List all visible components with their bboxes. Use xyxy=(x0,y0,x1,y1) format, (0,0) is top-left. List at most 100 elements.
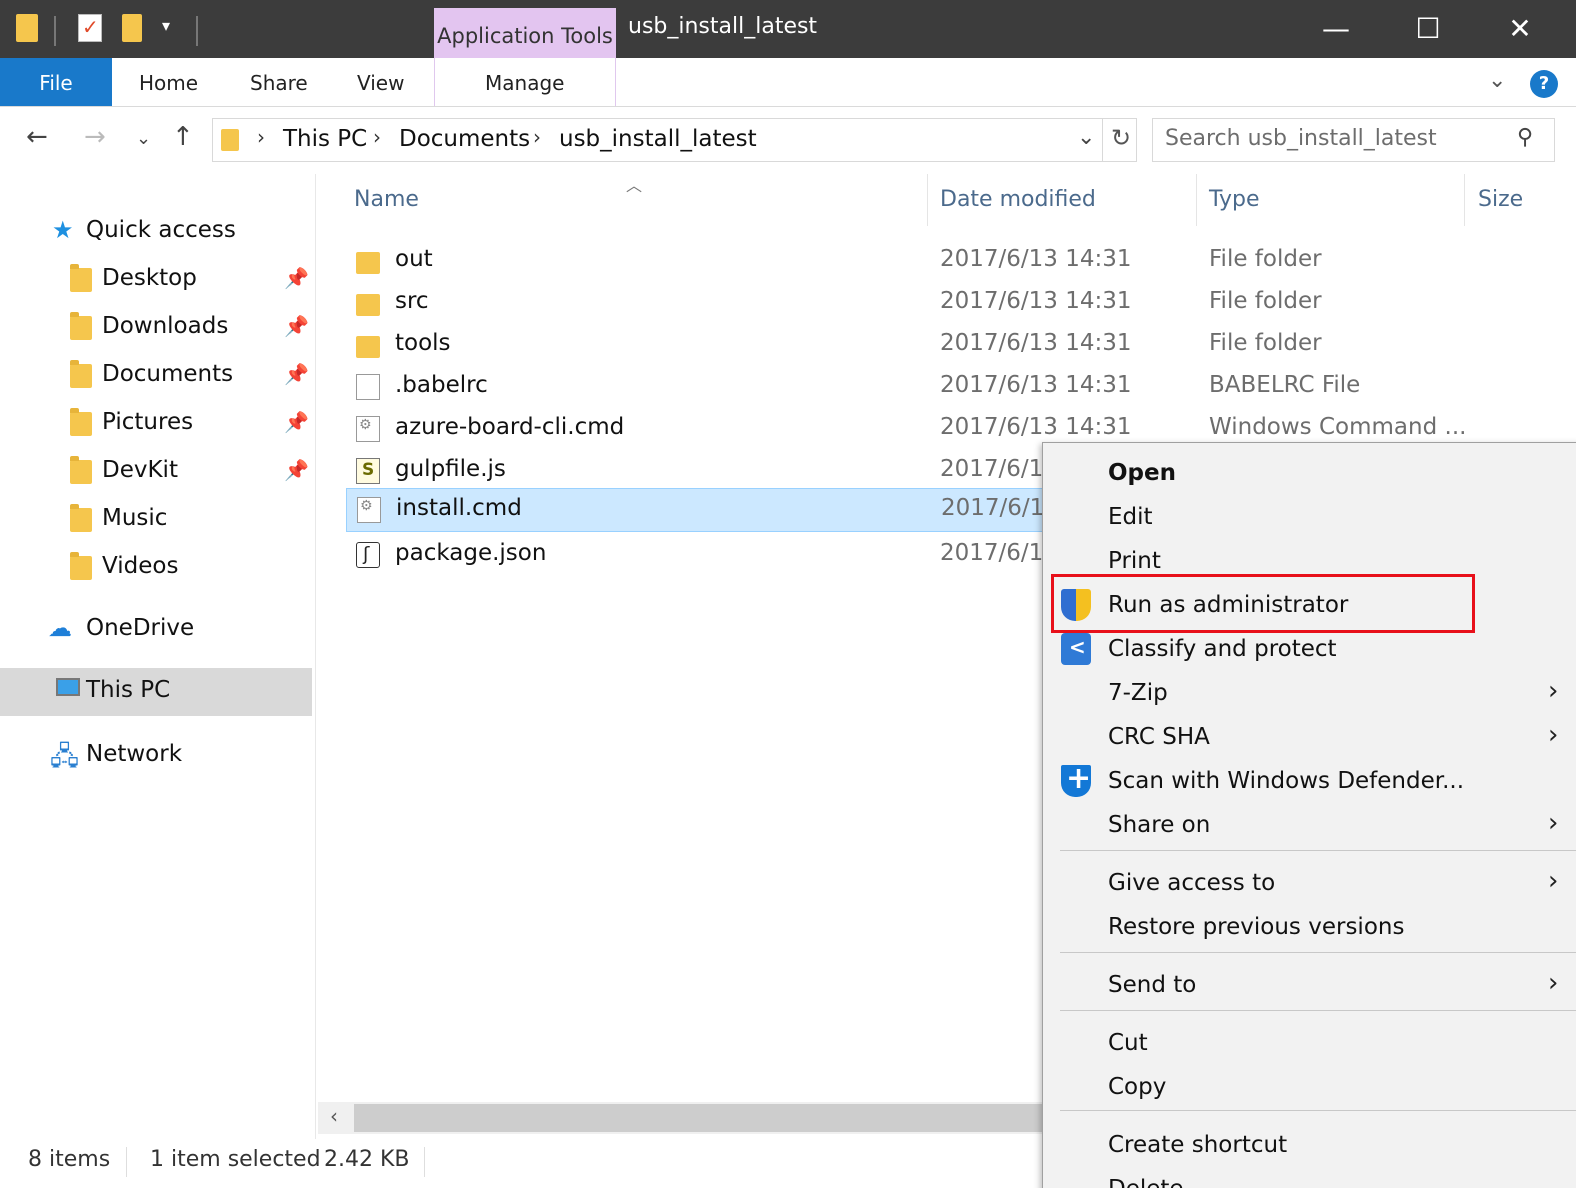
tab-manage[interactable]: Manage xyxy=(485,58,564,106)
file-row[interactable]: out 2017/6/13 14:31 File folder xyxy=(346,240,1576,282)
sidebar-item-downloads[interactable]: Downloads 📌 xyxy=(0,304,312,352)
column-header-size[interactable]: Size xyxy=(1478,187,1523,212)
documents-folder-icon xyxy=(70,360,92,388)
address-dropdown-icon[interactable]: ⌄ xyxy=(1077,125,1095,150)
contextual-tab-group-label: Application Tools xyxy=(434,8,616,58)
file-type: Windows Command ... xyxy=(1209,414,1467,440)
menu-item-label: Give access to xyxy=(1108,870,1276,896)
computer-icon xyxy=(56,678,80,696)
chevron-down-icon[interactable]: ⌄ xyxy=(1488,68,1506,93)
chevron-right-icon[interactable]: › xyxy=(257,125,265,149)
tab-home[interactable]: Home xyxy=(139,58,198,106)
column-header-date[interactable]: Date modified xyxy=(940,187,1096,212)
menu-item-create-shortcut[interactable]: Create shortcut xyxy=(1043,1123,1576,1167)
breadcrumb-documents[interactable]: Documents xyxy=(399,126,530,152)
column-header-name[interactable]: Name xyxy=(354,187,419,212)
breadcrumb-current[interactable]: usb_install_latest xyxy=(559,126,757,152)
file-date: 2017/6/13 14:31 xyxy=(940,246,1132,272)
sidebar-item-pictures[interactable]: Pictures 📌 xyxy=(0,400,312,448)
sidebar-item-videos[interactable]: Videos xyxy=(0,544,312,592)
menu-item-7zip[interactable]: 7-Zip › xyxy=(1043,671,1576,715)
sidebar-item-network[interactable]: 🖧 Network xyxy=(0,732,312,780)
refresh-icon[interactable]: ↻ xyxy=(1111,124,1131,152)
chevron-right-icon[interactable]: › xyxy=(533,125,541,149)
sidebar-item-desktop[interactable]: Desktop 📌 xyxy=(0,256,312,304)
breadcrumb-this-pc[interactable]: This PC xyxy=(283,126,367,152)
menu-item-copy[interactable]: Copy xyxy=(1043,1065,1576,1109)
pin-icon[interactable]: 📌 xyxy=(284,314,309,338)
sidebar-item-onedrive[interactable]: ☁ OneDrive xyxy=(0,606,312,654)
scrollbar-thumb[interactable] xyxy=(354,1104,1042,1132)
properties-icon[interactable]: ✓ xyxy=(78,14,102,42)
pin-icon[interactable]: 📌 xyxy=(284,362,309,386)
back-arrow-icon[interactable]: ← xyxy=(26,122,48,152)
search-input[interactable] xyxy=(1165,126,1505,151)
scroll-left-icon[interactable]: ‹ xyxy=(330,1104,338,1128)
menu-item-restore-versions[interactable]: Restore previous versions xyxy=(1043,905,1576,949)
pin-icon[interactable]: 📌 xyxy=(284,458,309,482)
menu-item-crc-sha[interactable]: CRC SHA › xyxy=(1043,715,1576,759)
file-row[interactable]: .babelrc 2017/6/13 14:31 BABELRC File xyxy=(346,366,1576,408)
forward-arrow-icon[interactable]: → xyxy=(84,122,106,152)
sidebar-item-quick-access[interactable]: ★ Quick access xyxy=(0,208,312,256)
tab-file[interactable]: File xyxy=(0,58,112,106)
file-name: install.cmd xyxy=(396,495,522,521)
menu-item-send-to[interactable]: Send to › xyxy=(1043,963,1576,1007)
highlight-annotation xyxy=(1051,574,1475,633)
menu-item-cut[interactable]: Cut xyxy=(1043,1021,1576,1065)
menu-item-label: Open xyxy=(1108,460,1176,486)
file-name: azure-board-cli.cmd xyxy=(395,414,625,440)
menu-item-share-on[interactable]: Share on › xyxy=(1043,803,1576,847)
sidebar-item-documents[interactable]: Documents 📌 xyxy=(0,352,312,400)
search-icon[interactable]: ⚲ xyxy=(1517,125,1533,150)
search-box[interactable]: ⚲ xyxy=(1152,118,1555,162)
sidebar-item-label: Downloads xyxy=(102,313,229,339)
column-divider[interactable] xyxy=(1196,174,1197,226)
pin-icon[interactable]: 📌 xyxy=(284,410,309,434)
file-name: gulpfile.js xyxy=(395,456,506,482)
chevron-right-icon[interactable]: › xyxy=(373,125,381,149)
title-bar: ✓ ▾ Application Tools usb_install_latest… xyxy=(0,0,1576,58)
star-icon: ★ xyxy=(52,216,74,244)
menu-separator xyxy=(1060,1110,1576,1111)
tab-view[interactable]: View xyxy=(357,58,404,106)
file-row[interactable]: src 2017/6/13 14:31 File folder xyxy=(346,282,1576,324)
menu-item-label: Copy xyxy=(1108,1074,1167,1100)
file-date: 2017/6/13 14:31 xyxy=(940,330,1132,356)
up-arrow-icon[interactable]: ↑ xyxy=(172,122,194,152)
recent-locations-icon[interactable]: ⌄ xyxy=(136,128,151,149)
selection-size: 2.42 KB xyxy=(324,1147,410,1172)
minimize-button[interactable]: — xyxy=(1290,0,1382,58)
column-divider[interactable] xyxy=(1464,174,1465,226)
sidebar-item-label: This PC xyxy=(86,677,171,703)
sidebar-item-this-pc[interactable]: This PC xyxy=(0,668,312,716)
sidebar-item-label: Pictures xyxy=(102,409,194,435)
sidebar-item-devkit[interactable]: DevKit 📌 xyxy=(0,448,312,496)
customize-toolbar-icon[interactable]: ▾ xyxy=(162,16,170,35)
file-name: out xyxy=(395,246,433,272)
sort-ascending-icon: ︿ xyxy=(626,176,643,195)
menu-item-open[interactable]: Open xyxy=(1043,451,1576,495)
menu-item-scan-defender[interactable]: Scan with Windows Defender... xyxy=(1043,759,1576,803)
menu-item-classify-and-protect[interactable]: Classify and protect xyxy=(1043,627,1576,671)
horizontal-scrollbar[interactable]: ‹ xyxy=(318,1102,1042,1134)
file-row[interactable]: tools 2017/6/13 14:31 File folder xyxy=(346,324,1576,366)
menu-item-edit[interactable]: Edit xyxy=(1043,495,1576,539)
help-button[interactable]: ? xyxy=(1530,70,1558,98)
pin-icon[interactable]: 📌 xyxy=(284,266,309,290)
maximize-button[interactable]: ☐ xyxy=(1382,0,1474,58)
folder-icon[interactable] xyxy=(16,14,38,42)
tab-share[interactable]: Share xyxy=(250,58,308,106)
js-file-icon xyxy=(356,458,380,484)
close-button[interactable]: ✕ xyxy=(1474,0,1566,58)
menu-separator xyxy=(1060,850,1576,851)
menu-item-delete[interactable]: Delete xyxy=(1043,1167,1576,1188)
address-bar[interactable]: › This PC › Documents › usb_install_late… xyxy=(212,118,1137,162)
sidebar-item-music[interactable]: Music xyxy=(0,496,312,544)
menu-item-label: 7-Zip xyxy=(1108,680,1168,706)
column-header-type[interactable]: Type xyxy=(1209,187,1260,212)
menu-item-give-access[interactable]: Give access to › xyxy=(1043,861,1576,905)
column-divider[interactable] xyxy=(927,174,928,226)
new-folder-icon[interactable] xyxy=(122,14,142,42)
navigation-bar: ← → ⌄ ↑ › This PC › Documents › usb_inst… xyxy=(0,108,1576,174)
